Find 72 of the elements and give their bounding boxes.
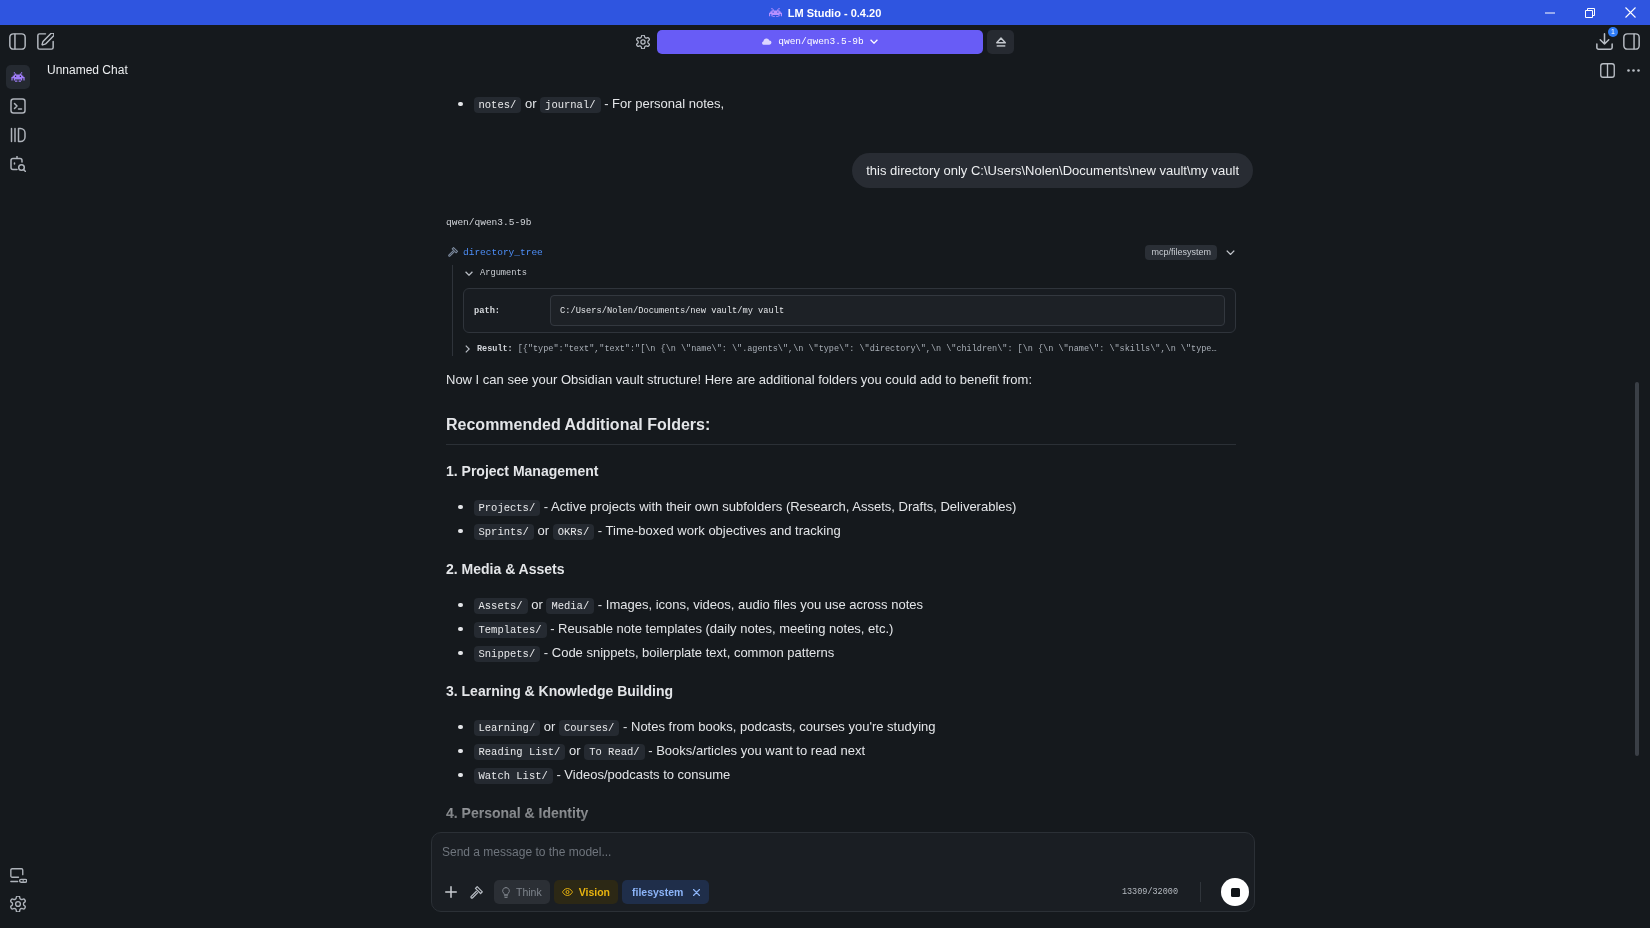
bullet-icon bbox=[458, 748, 463, 754]
result-toggle[interactable]: Result: bbox=[463, 342, 513, 356]
stop-button[interactable] bbox=[1221, 878, 1249, 906]
arguments-toggle[interactable]: Arguments bbox=[463, 265, 527, 281]
plus-icon[interactable] bbox=[445, 886, 457, 898]
section-heading: 2. Media & Assets bbox=[446, 560, 565, 579]
chat-title: Unnamed Chat bbox=[47, 62, 128, 78]
restore-icon[interactable] bbox=[1585, 7, 1595, 18]
list-item-text: Watch List/ - Videos/podcasts to consume bbox=[473, 765, 731, 785]
model-selector[interactable]: qwen/qwen3.5-9b bbox=[657, 29, 983, 54]
token-count: 13309/32000 bbox=[1121, 887, 1178, 897]
section-heading: 4. Personal & Identity bbox=[446, 804, 589, 823]
cloud-icon bbox=[762, 38, 773, 45]
heading: Recommended Additional Folders: bbox=[446, 415, 711, 435]
settings-icon[interactable] bbox=[10, 896, 26, 912]
section-heading: 3. Learning & Knowledge Building bbox=[446, 682, 674, 701]
argument-field[interactable]: C:/Users/Nolen/Documents/new vault/my vault bbox=[550, 295, 1225, 326]
server-tag: mcp/filesystem bbox=[1145, 244, 1217, 260]
hammer-icon[interactable] bbox=[470, 885, 483, 899]
alien-icon[interactable] bbox=[6, 65, 30, 89]
list-item-text: Reading List/ or To Read/ - Books/articles you want to read next bbox=[473, 741, 866, 761]
bullet-icon bbox=[458, 602, 463, 608]
alien-icon bbox=[768, 7, 782, 18]
bullet-icon bbox=[458, 528, 463, 534]
eject-icon bbox=[995, 36, 1006, 47]
eye-icon bbox=[561, 888, 573, 896]
chevron-down-icon[interactable] bbox=[1226, 249, 1235, 255]
eject-button[interactable] bbox=[987, 29, 1014, 54]
bullet-icon bbox=[458, 650, 463, 656]
lightbulb-icon bbox=[502, 886, 510, 898]
robot-search-icon[interactable] bbox=[10, 156, 26, 172]
vision-toggle[interactable]: Vision bbox=[553, 880, 618, 904]
bullet-icon bbox=[458, 626, 463, 632]
edit-icon[interactable] bbox=[37, 33, 54, 50]
bullet-icon bbox=[458, 504, 463, 510]
download-icon[interactable] bbox=[1596, 33, 1613, 50]
sidebar-toggle-icon[interactable] bbox=[9, 33, 26, 50]
bullet-icon bbox=[458, 101, 463, 107]
result-text: [{"type":"text","text":"[\n {\n \"name\": \".agents\",\n \"type\": \"directory\",\n \"children\": [\n {\n \"name\": \"skills\",\n \"type… bbox=[517, 343, 1217, 356]
list-item-text: Projects/ - Active projects with their own subfolders (Research, Assets, Drafts, Deliverables) bbox=[473, 497, 1017, 517]
list-item-text: Learning/ or Courses/ - Notes from books, podcasts, courses you're studying bbox=[473, 717, 936, 737]
library-icon[interactable] bbox=[10, 127, 26, 143]
list-item-text: Assets/ or Media/ - Images, icons, videos, audio files you use across notes bbox=[473, 595, 923, 615]
list-item-text: Templates/ - Reusable note templates (daily notes, meeting notes, etc.) bbox=[473, 619, 894, 639]
list-item-text: Snippets/ - Code snippets, boilerplate text, common patterns bbox=[473, 643, 835, 663]
list-item-text: notes/ or journal/ - For personal notes, bbox=[473, 94, 725, 114]
more-icon[interactable] bbox=[1627, 68, 1640, 72]
section-heading: 1. Project Management bbox=[446, 462, 599, 481]
bullet-icon bbox=[458, 724, 463, 730]
scrollbar-thumb[interactable] bbox=[1635, 382, 1639, 756]
minimize-icon[interactable] bbox=[1545, 11, 1555, 14]
list-item-text: Sprints/ or OKRs/ - Time-boxed work objectives and tracking bbox=[473, 521, 841, 541]
tool-chip[interactable]: filesystem bbox=[622, 880, 710, 904]
close-icon[interactable] bbox=[693, 888, 701, 896]
message-composer[interactable]: Send a message to the model... Think Vision filesystem 13309/32000 bbox=[431, 832, 1255, 912]
monitor-icon[interactable] bbox=[9, 867, 27, 884]
columns-icon[interactable] bbox=[1600, 62, 1615, 78]
user-message: this directory only C:\Users\Nolen\Documents\new vault\my vault bbox=[852, 153, 1253, 188]
tool-name[interactable]: directory_tree bbox=[463, 246, 543, 258]
chevron-down-icon bbox=[869, 39, 878, 44]
paragraph: Now I can see your Obsidian vault structure! Here are additional folders you could add to benefit from: bbox=[446, 371, 1033, 389]
model-name: qwen/qwen3.5-9b bbox=[446, 216, 532, 230]
stop-icon bbox=[1230, 887, 1240, 897]
window-title: LM Studio - 0.4.20 bbox=[787, 5, 882, 20]
hammer-icon bbox=[448, 247, 458, 257]
message-input[interactable]: Send a message to the model... bbox=[432, 840, 1254, 864]
settings-icon[interactable] bbox=[636, 34, 650, 49]
terminal-icon[interactable] bbox=[10, 98, 26, 114]
think-toggle[interactable]: Think bbox=[494, 880, 550, 904]
bullet-icon bbox=[458, 772, 463, 778]
right-panel-icon[interactable] bbox=[1623, 33, 1640, 50]
argument-label: path: bbox=[474, 305, 501, 316]
